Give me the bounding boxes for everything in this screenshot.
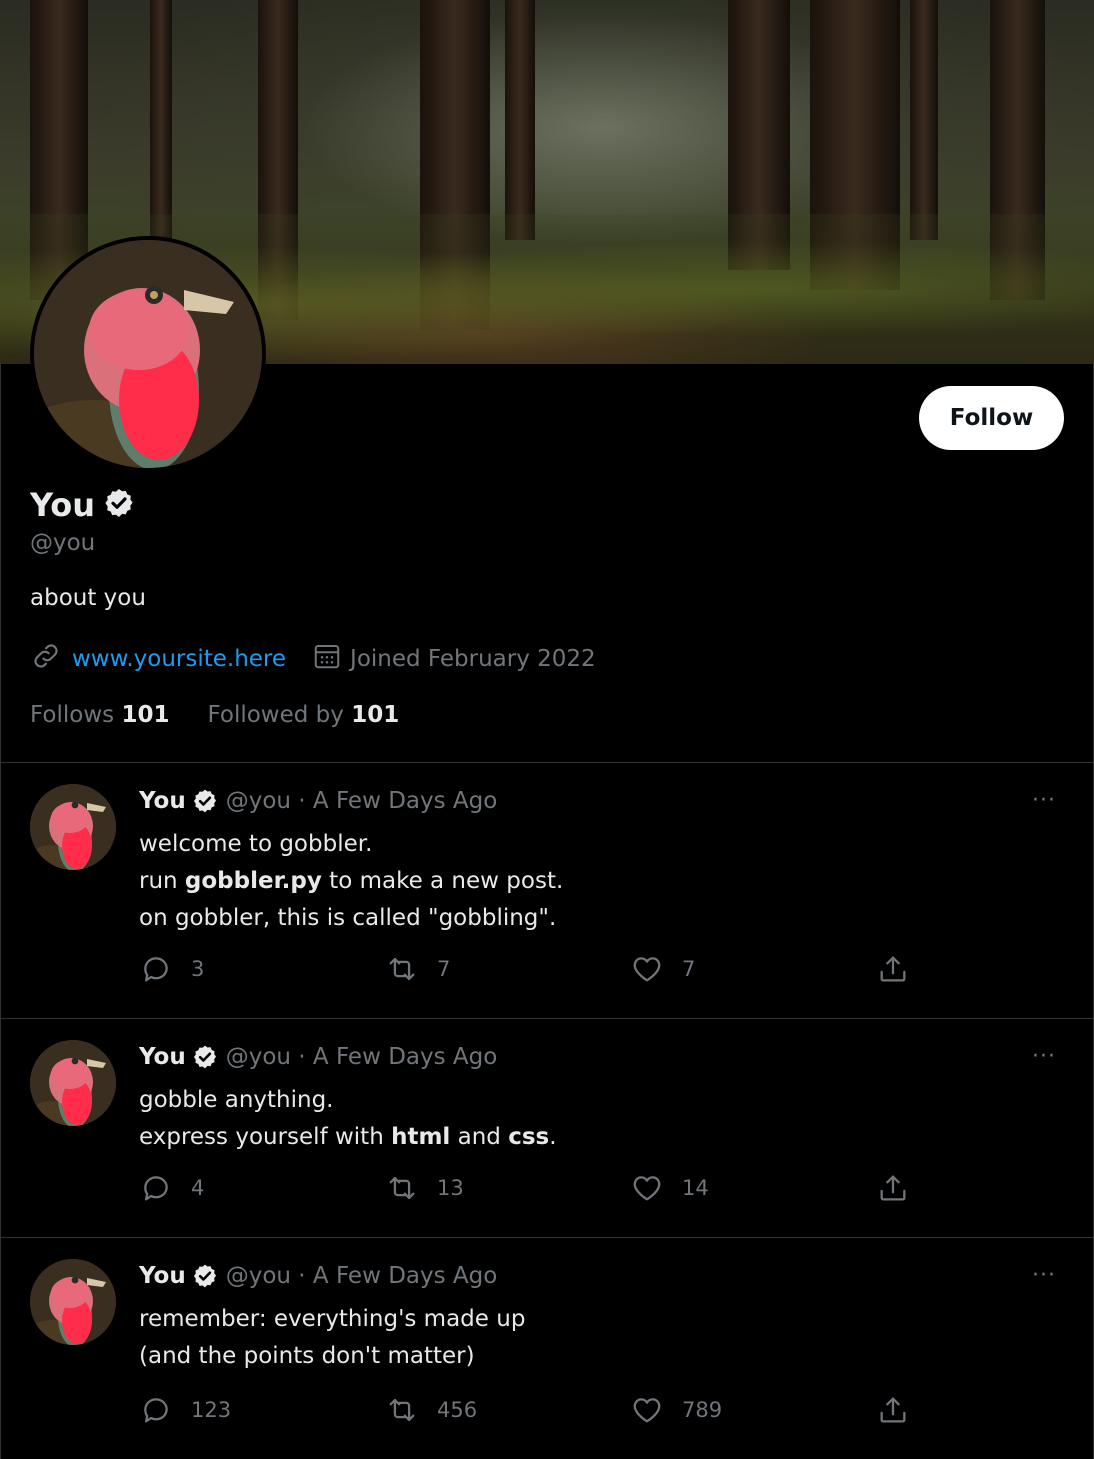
repost-icon bbox=[385, 952, 419, 986]
post-body: welcome to gobbler. run gobbler.py to mak… bbox=[139, 826, 563, 937]
post-header: You @you · A Few Days Ago bbox=[139, 1044, 497, 1070]
profile-handle: @you bbox=[30, 530, 96, 556]
repost-button[interactable]: 456 bbox=[385, 1393, 477, 1427]
post-item[interactable]: You @you · A Few Days Ago ··· remember: eve… bbox=[0, 1237, 1094, 1459]
post-avatar[interactable] bbox=[30, 784, 116, 870]
verified-badge-icon bbox=[192, 1263, 218, 1289]
post-item[interactable]: You @you · A Few Days Ago ··· gobble anythi… bbox=[0, 1018, 1094, 1237]
calendar-icon bbox=[312, 641, 342, 677]
share-icon bbox=[876, 1171, 910, 1205]
post-line: express yourself with html and css. bbox=[139, 1124, 557, 1150]
post-meta: @you · A Few Days Ago bbox=[225, 1263, 498, 1289]
repost-count: 13 bbox=[437, 1176, 464, 1200]
profile-joined-date: Joined February 2022 bbox=[350, 646, 596, 672]
profile-website-link[interactable]: www.yoursite.here bbox=[72, 646, 286, 672]
follow-counts: Follows 101 Followed by 101 bbox=[30, 702, 399, 728]
profile-display-name: You bbox=[30, 486, 95, 524]
like-icon bbox=[630, 1171, 664, 1205]
post-author-name[interactable]: You bbox=[139, 788, 186, 814]
link-icon bbox=[30, 640, 62, 678]
share-button[interactable] bbox=[876, 952, 910, 986]
profile-name-row: You bbox=[30, 486, 135, 524]
repost-count: 7 bbox=[437, 957, 451, 981]
verified-badge-icon bbox=[192, 788, 218, 814]
profile-bio: about you bbox=[30, 585, 146, 611]
post-header: You @you · A Few Days Ago bbox=[139, 788, 497, 814]
reply-count: 3 bbox=[191, 957, 205, 981]
post-body: gobble anything. express yourself with ht… bbox=[139, 1082, 557, 1156]
post-header: You @you · A Few Days Ago bbox=[139, 1263, 497, 1289]
followed-by-count: 101 bbox=[351, 702, 400, 728]
share-icon bbox=[876, 952, 910, 986]
profile-avatar[interactable] bbox=[30, 236, 266, 472]
follows-link[interactable]: Follows 101 bbox=[30, 702, 169, 728]
like-count: 7 bbox=[682, 957, 696, 981]
like-count: 14 bbox=[682, 1176, 709, 1200]
post-meta: @you · A Few Days Ago bbox=[225, 1044, 498, 1070]
post-line: (and the points don't matter) bbox=[139, 1343, 475, 1369]
follow-button[interactable]: Follow bbox=[919, 386, 1064, 450]
reply-icon bbox=[139, 1171, 173, 1205]
reply-icon bbox=[139, 1393, 173, 1427]
like-button[interactable]: 14 bbox=[630, 1171, 709, 1205]
repost-icon bbox=[385, 1171, 419, 1205]
reply-count: 4 bbox=[191, 1176, 205, 1200]
post-line: remember: everything's made up bbox=[139, 1306, 526, 1332]
follows-count: 101 bbox=[121, 702, 170, 728]
repost-icon bbox=[385, 1393, 419, 1427]
more-options-icon[interactable]: ··· bbox=[1032, 788, 1056, 813]
verified-badge-icon bbox=[192, 1044, 218, 1070]
reply-icon bbox=[139, 952, 173, 986]
reply-button[interactable]: 4 bbox=[139, 1171, 204, 1205]
reply-count: 123 bbox=[191, 1398, 232, 1422]
post-body: remember: everything's made up (and the p… bbox=[139, 1301, 525, 1375]
share-button[interactable] bbox=[876, 1171, 910, 1205]
followed-by-link[interactable]: Followed by 101 bbox=[207, 702, 399, 728]
reply-button[interactable]: 123 bbox=[139, 1393, 231, 1427]
verified-badge-icon bbox=[103, 487, 135, 523]
like-icon bbox=[630, 1393, 664, 1427]
repost-button[interactable]: 13 bbox=[385, 1171, 464, 1205]
post-avatar[interactable] bbox=[30, 1259, 116, 1345]
post-item[interactable]: You @you · A Few Days Ago ··· welcome to go… bbox=[0, 762, 1094, 1018]
share-icon bbox=[876, 1393, 910, 1427]
repost-count: 456 bbox=[437, 1398, 478, 1422]
post-line: welcome to gobbler. bbox=[139, 831, 373, 857]
post-author-name[interactable]: You bbox=[139, 1263, 186, 1289]
share-button[interactable] bbox=[876, 1393, 910, 1427]
like-icon bbox=[630, 952, 664, 986]
post-meta: @you · A Few Days Ago bbox=[225, 788, 498, 814]
post-line: gobble anything. bbox=[139, 1087, 334, 1113]
reply-button[interactable]: 3 bbox=[139, 952, 204, 986]
repost-button[interactable]: 7 bbox=[385, 952, 450, 986]
like-count: 789 bbox=[682, 1398, 723, 1422]
profile-meta: www.yoursite.here Joined February 2022 bbox=[30, 640, 596, 678]
post-line: on gobbler, this is called "gobbling". bbox=[139, 905, 557, 931]
post-author-name[interactable]: You bbox=[139, 1044, 186, 1070]
follows-label: Follows bbox=[30, 702, 115, 728]
like-button[interactable]: 7 bbox=[630, 952, 695, 986]
followed-by-label: Followed by bbox=[207, 702, 344, 728]
post-line: run gobbler.py to make a new post. bbox=[139, 868, 564, 894]
more-options-icon[interactable]: ··· bbox=[1032, 1044, 1056, 1069]
more-options-icon[interactable]: ··· bbox=[1032, 1263, 1056, 1288]
post-avatar[interactable] bbox=[30, 1040, 116, 1126]
like-button[interactable]: 789 bbox=[630, 1393, 722, 1427]
